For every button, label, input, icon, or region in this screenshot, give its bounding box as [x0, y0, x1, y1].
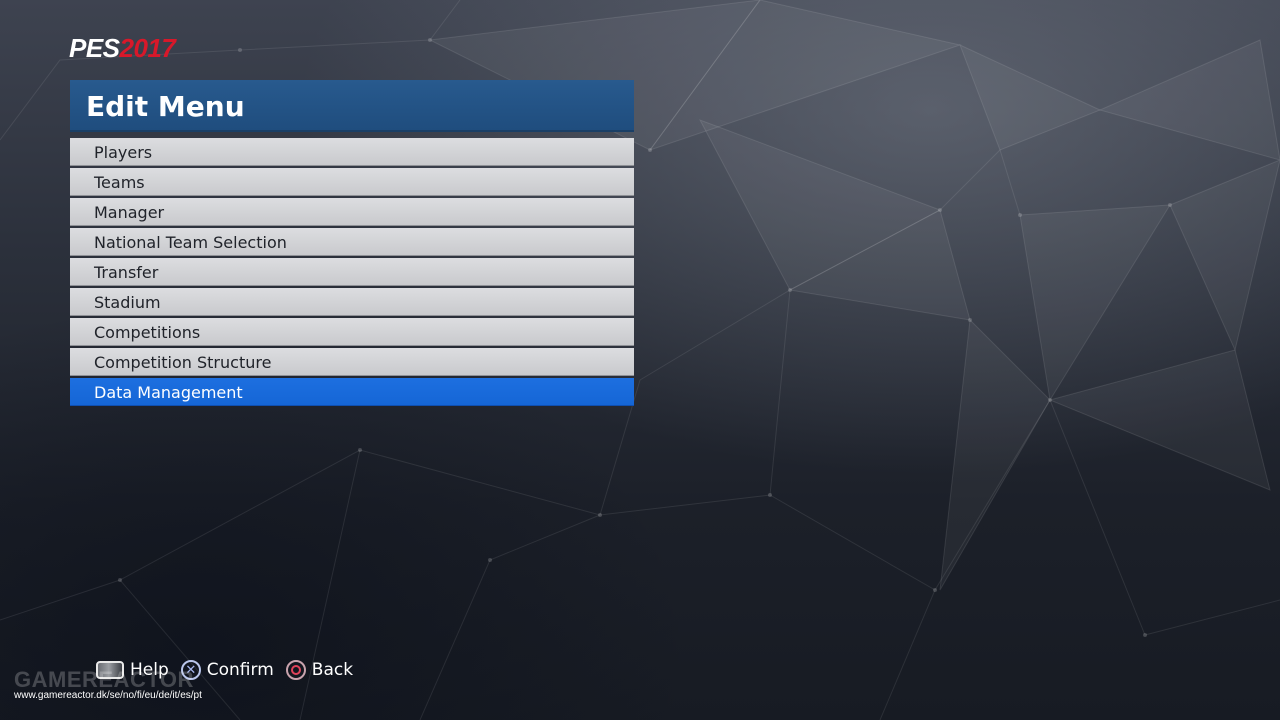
watermark-brand: GAMEREACTOR [14, 667, 194, 692]
menu-item-data-management[interactable]: Data Management [70, 378, 634, 406]
menu-item-players[interactable]: Players [70, 138, 634, 166]
circle-button-icon [285, 660, 306, 680]
confirm-label: Confirm [206, 660, 274, 680]
logo-pes-text: PES [69, 33, 120, 63]
menu-item-teams[interactable]: Teams [70, 168, 634, 196]
logo-year-text: 2017 [119, 33, 176, 63]
watermark-url: www.gamereactor.dk/se/no/fi/eu/de/it/es/… [14, 690, 202, 701]
menu-item-transfer[interactable]: Transfer [70, 258, 634, 286]
back-hint[interactable]: Back [285, 658, 354, 682]
menu-item-competition-structure[interactable]: Competition Structure [70, 348, 634, 376]
panel-title: Edit Menu [70, 80, 634, 132]
pes-2017-logo: PES2017 [69, 33, 176, 63]
gamereactor-watermark: GAMEREACTOR www.gamereactor.dk/se/no/fi/… [14, 668, 202, 702]
menu-item-competitions[interactable]: Competitions [70, 318, 634, 346]
edit-menu-panel: Edit Menu Players Teams Manager National… [70, 80, 634, 408]
edit-menu-list: Players Teams Manager National Team Sele… [70, 138, 634, 406]
back-label: Back [311, 660, 354, 680]
menu-item-national-team-selection[interactable]: National Team Selection [70, 228, 634, 256]
menu-item-manager[interactable]: Manager [70, 198, 634, 226]
menu-item-stadium[interactable]: Stadium [70, 288, 634, 316]
